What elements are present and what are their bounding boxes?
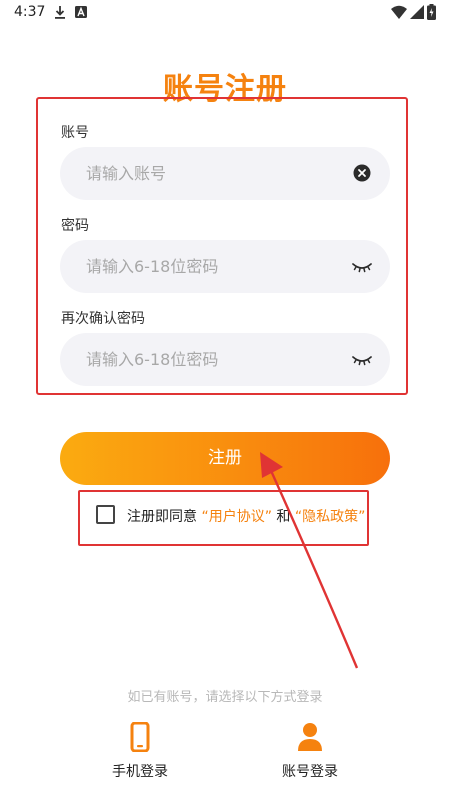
confirm-password-label: 再次确认密码 bbox=[61, 311, 145, 327]
status-bar: 4:37 bbox=[0, 0, 450, 26]
phone-icon bbox=[130, 722, 150, 752]
phone-login-label: 手机登录 bbox=[112, 764, 168, 780]
account-login-button[interactable]: 账号登录 bbox=[270, 722, 350, 782]
agreement-conjunction: 和 bbox=[276, 509, 291, 525]
password-label: 密码 bbox=[61, 218, 89, 234]
download-icon bbox=[55, 6, 65, 19]
clear-icon[interactable] bbox=[352, 163, 372, 183]
eye-closed-icon[interactable] bbox=[352, 349, 372, 369]
register-button[interactable]: 注册 bbox=[60, 432, 390, 485]
confirm-password-field bbox=[60, 333, 390, 386]
battery-icon bbox=[427, 4, 436, 20]
app-notification-icon bbox=[75, 6, 87, 18]
account-field bbox=[60, 147, 390, 200]
wifi-icon bbox=[391, 5, 407, 19]
eye-closed-icon[interactable] bbox=[352, 256, 372, 276]
password-input[interactable] bbox=[86, 240, 336, 293]
account-input[interactable] bbox=[86, 147, 336, 200]
confirm-password-input[interactable] bbox=[86, 333, 336, 386]
signal-icon bbox=[410, 5, 424, 19]
agreement-text: 注册即同意 “用户协议” 和 “隐私政策” bbox=[127, 506, 365, 526]
agreement-checkbox[interactable] bbox=[96, 505, 115, 524]
privacy-policy-link[interactable]: “隐私政策” bbox=[295, 509, 366, 525]
user-icon bbox=[298, 723, 322, 751]
account-login-label: 账号登录 bbox=[282, 764, 338, 780]
alt-login-hint: 如已有账号，请选择以下方式登录 bbox=[127, 690, 323, 705]
agreement-prefix: 注册即同意 bbox=[127, 509, 197, 525]
user-agreement-link[interactable]: “用户协议” bbox=[201, 509, 272, 525]
password-field bbox=[60, 240, 390, 293]
account-label: 账号 bbox=[61, 125, 89, 141]
phone-login-button[interactable]: 手机登录 bbox=[100, 722, 180, 782]
status-time: 4:37 bbox=[14, 4, 46, 20]
